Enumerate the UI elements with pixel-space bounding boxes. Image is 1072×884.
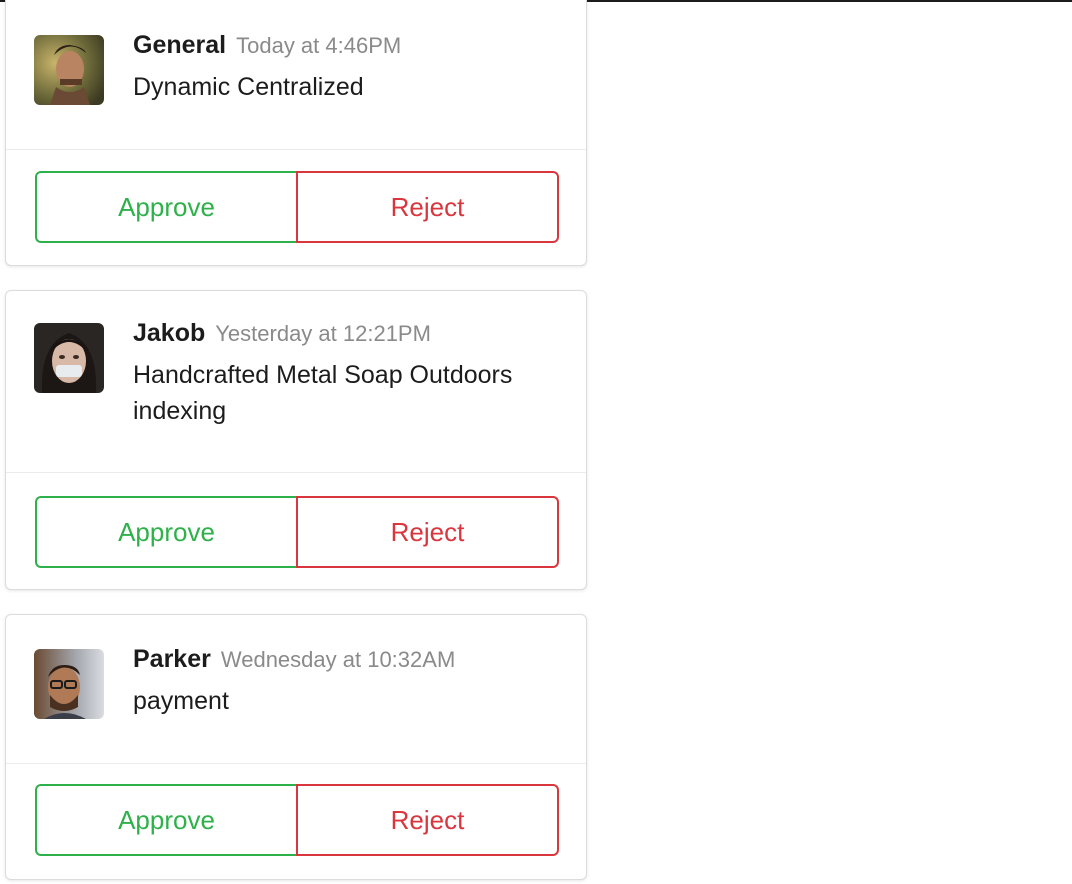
reject-button[interactable]: Reject <box>296 784 559 856</box>
user-avatar-image <box>34 323 104 393</box>
sender-name[interactable]: Parker <box>133 645 211 673</box>
user-avatar-image <box>34 649 104 719</box>
divider <box>6 149 586 150</box>
approve-button[interactable]: Approve <box>35 171 296 243</box>
divider <box>6 763 586 764</box>
reject-button[interactable]: Reject <box>296 496 559 568</box>
message-text: payment <box>133 687 229 715</box>
approval-card: Jakob Yesterday at 12:21PM Handcrafted Me… <box>5 290 587 590</box>
timestamp[interactable]: Yesterday at 12:21PM <box>215 321 431 346</box>
avatar[interactable] <box>34 649 104 719</box>
reject-button[interactable]: Reject <box>296 171 559 243</box>
action-buttons: Approve Reject <box>35 171 559 243</box>
sender-name[interactable]: Jakob <box>133 319 205 347</box>
approval-card: General Today at 4:46PM Dynamic Centraliz… <box>5 0 587 266</box>
timestamp[interactable]: Today at 4:46PM <box>236 33 401 58</box>
action-buttons: Approve Reject <box>35 784 559 856</box>
sender-name[interactable]: General <box>133 31 226 59</box>
approve-button[interactable]: Approve <box>35 496 296 568</box>
approve-button[interactable]: Approve <box>35 784 296 856</box>
user-avatar-image <box>34 35 104 105</box>
message-text: Dynamic Centralized <box>133 73 364 101</box>
action-buttons: Approve Reject <box>35 496 559 568</box>
timestamp[interactable]: Wednesday at 10:32AM <box>221 647 455 672</box>
divider <box>6 472 586 473</box>
message-text: Handcrafted Metal Soap Outdoors indexing <box>133 361 513 425</box>
avatar[interactable] <box>34 323 104 393</box>
avatar[interactable] <box>34 35 104 105</box>
approval-card: Parker Wednesday at 10:32AM payment Appro… <box>5 614 587 880</box>
